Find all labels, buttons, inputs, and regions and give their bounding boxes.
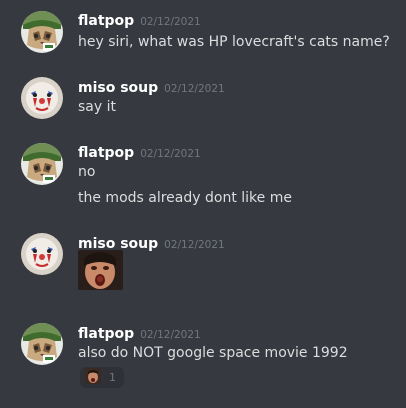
- message-text: hey siri, what was HP lovecraft's cats n…: [78, 34, 390, 50]
- user-avatar[interactable]: [21, 233, 63, 275]
- message-group: miso soup 02/12/2021 say it: [0, 74, 406, 126]
- user-avatar[interactable]: [21, 77, 63, 119]
- message-text: also do NOT google space movie 1992: [78, 345, 348, 361]
- message-header: miso soup 02/12/2021: [78, 77, 225, 97]
- timestamp[interactable]: 02/12/2021: [164, 83, 225, 95]
- message-header: flatpop 02/12/2021: [78, 142, 201, 162]
- message-group: flatpop 02/12/2021 also do NOT google spa…: [0, 320, 406, 390]
- user-avatar[interactable]: [21, 143, 63, 185]
- message-group: miso soup 02/12/2021: [0, 230, 406, 300]
- username[interactable]: flatpop: [78, 326, 134, 342]
- timestamp[interactable]: 02/12/2021: [140, 329, 201, 341]
- message-header: flatpop 02/12/2021: [78, 323, 201, 343]
- flatpop-avatar-icon: [21, 143, 63, 185]
- screaming-face-emoji-icon[interactable]: [78, 250, 123, 290]
- timestamp[interactable]: 02/12/2021: [140, 148, 201, 160]
- timestamp[interactable]: 02/12/2021: [140, 16, 201, 28]
- face-emoji-icon: [85, 367, 101, 388]
- message-text: the mods already dont like me: [78, 190, 292, 206]
- user-avatar[interactable]: [21, 323, 63, 365]
- username[interactable]: miso soup: [78, 80, 158, 96]
- flatpop-avatar-icon: [21, 323, 63, 365]
- message-header: flatpop 02/12/2021: [78, 10, 201, 30]
- miso-soup-avatar-icon: [21, 77, 63, 119]
- message-text: no: [78, 164, 96, 180]
- miso-soup-avatar-icon: [21, 233, 63, 275]
- user-avatar[interactable]: [21, 11, 63, 53]
- timestamp[interactable]: 02/12/2021: [164, 239, 225, 251]
- username[interactable]: flatpop: [78, 145, 134, 161]
- reaction-count: 1: [109, 371, 116, 384]
- username[interactable]: flatpop: [78, 13, 134, 29]
- reaction-button[interactable]: 1: [80, 367, 124, 388]
- flatpop-avatar-icon: [21, 11, 63, 53]
- message-group: flatpop 02/12/2021 hey siri, what was HP …: [0, 8, 406, 60]
- message-text: say it: [78, 99, 116, 115]
- message-group: flatpop 02/12/2021 no the mods already do…: [0, 139, 406, 211]
